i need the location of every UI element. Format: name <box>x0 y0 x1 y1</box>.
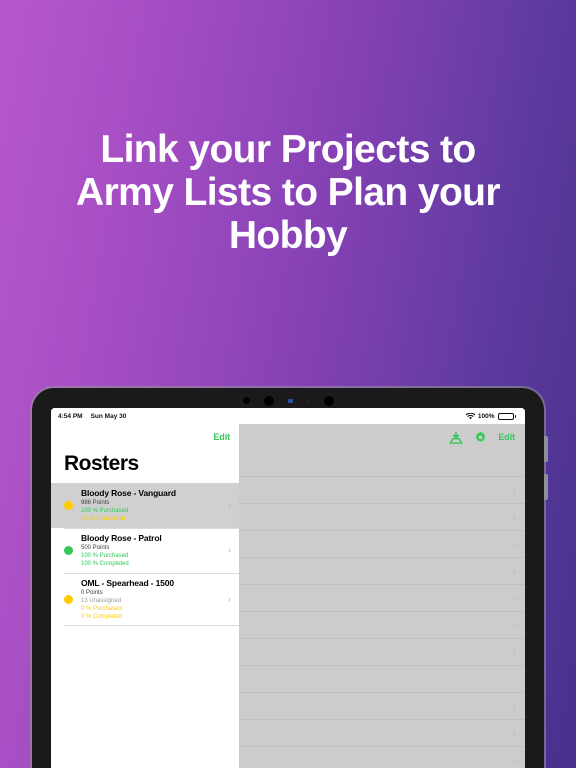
camera-lens-icon <box>242 397 250 404</box>
sidebar-navigation-bar: Edit <box>51 424 239 450</box>
device-screen: 4:54 PM Sun May 30 100% Edit Rosters Blo… <box>51 408 525 768</box>
detail-row[interactable]: › <box>239 720 525 747</box>
status-bar-right: 100% <box>465 412 516 420</box>
chevron-right-icon: › <box>513 727 516 738</box>
roster-text-block: Bloody Rose - Patrol 500 Points 100 % Purc… <box>81 533 224 568</box>
chevron-right-icon: › <box>228 594 231 604</box>
roster-points: 500 Points <box>81 545 110 551</box>
detail-row[interactable]: › <box>239 666 525 693</box>
roster-purchased: 100 % Purchased <box>81 553 129 559</box>
roster-row[interactable]: OML - Spearhead - 1500 0 Points 13 Unassig… <box>51 573 239 626</box>
chevron-right-icon: › <box>513 592 516 603</box>
chevron-right-icon: › <box>228 545 231 555</box>
detail-edit-button[interactable]: Edit <box>498 432 515 442</box>
promo-screenshot: Link your Projects to Army Lists to Plan… <box>0 0 576 768</box>
chevron-right-icon: › <box>513 700 516 711</box>
roster-text-block: OML - Spearhead - 1500 0 Points 13 Unassig… <box>81 578 224 621</box>
chevron-right-icon: › <box>513 619 516 630</box>
roster-list: Bloody Rose - Vanguard 986 Points 100 % Pu… <box>51 483 239 626</box>
roster-row[interactable]: Bloody Rose - Patrol 500 Points 100 % Purc… <box>51 528 239 573</box>
detail-row[interactable]: › <box>239 504 525 531</box>
roster-completed: 58 % Completed <box>81 516 126 522</box>
chevron-right-icon: › <box>513 484 516 495</box>
chevron-right-icon: › <box>513 511 516 522</box>
device-side-button-top[interactable] <box>544 436 548 462</box>
wifi-icon <box>465 412 476 420</box>
tray-download-icon[interactable] <box>449 431 463 444</box>
chevron-right-icon: › <box>513 538 516 549</box>
split-view: Edit Rosters Bloody Rose - Vanguard 986 P… <box>51 424 525 768</box>
detail-row[interactable] <box>239 450 525 477</box>
chevron-right-icon: › <box>228 500 231 510</box>
roster-row[interactable]: Bloody Rose - Vanguard 986 Points 100 % Pu… <box>51 483 239 528</box>
battery-shell <box>497 412 514 420</box>
detail-row-list: ›››››››››››› <box>239 450 525 768</box>
chevron-right-icon: › <box>513 673 516 684</box>
roster-completed: 0 % Completed <box>81 614 123 620</box>
chevron-right-icon: › <box>513 754 516 765</box>
sidebar: Edit Rosters Bloody Rose - Vanguard 986 P… <box>51 424 239 768</box>
battery-nub <box>514 414 516 418</box>
device-camera-bar <box>218 394 358 407</box>
detail-row[interactable]: › <box>239 693 525 720</box>
page-title: Link your Projects to Army Lists to Plan… <box>76 128 501 257</box>
detail-row[interactable]: › <box>239 477 525 504</box>
roster-points: 986 Points <box>81 500 110 506</box>
camera-dot-icon <box>306 399 310 402</box>
detail-row[interactable]: › <box>239 531 525 558</box>
device-side-button-bottom[interactable] <box>544 474 548 500</box>
roster-text-block: Bloody Rose - Vanguard 986 Points 100 % Pu… <box>81 488 224 523</box>
roster-unassigned: 13 Unassigned <box>81 598 122 604</box>
sidebar-edit-button[interactable]: Edit <box>213 432 230 442</box>
gear-icon[interactable] <box>474 430 487 444</box>
status-bar: 4:54 PM Sun May 30 100% <box>51 408 525 424</box>
battery-icon <box>497 412 516 420</box>
roster-status-dot <box>64 595 73 604</box>
roster-completed: 100 % Completed <box>81 561 129 567</box>
detail-row[interactable]: › <box>239 747 525 768</box>
chevron-right-icon: › <box>513 646 516 657</box>
roster-name: Bloody Rose - Vanguard <box>81 488 176 498</box>
detail-navigation-bar: Edit <box>239 424 525 450</box>
status-bar-left: 4:54 PM Sun May 30 <box>58 413 126 420</box>
camera-sensor-icon <box>287 398 293 403</box>
battery-percent-label: 100% <box>477 412 495 420</box>
roster-purchased: 0 % Purchased <box>81 606 122 612</box>
status-date: Sun May 30 <box>90 412 127 420</box>
camera-lens-icon <box>263 395 274 406</box>
detail-row[interactable]: › <box>239 585 525 612</box>
roster-status-dot <box>64 501 73 510</box>
status-time: 4:54 PM <box>58 412 83 420</box>
camera-lens-icon <box>323 395 334 406</box>
chevron-right-icon: › <box>513 565 516 576</box>
tablet-device-frame: 4:54 PM Sun May 30 100% Edit Rosters Blo… <box>32 388 548 768</box>
roster-status-dot <box>64 546 73 555</box>
roster-name: OML - Spearhead - 1500 <box>81 578 174 588</box>
detail-row[interactable]: › <box>239 612 525 639</box>
detail-pane: Edit ›››››››››››› <box>239 424 525 768</box>
roster-points: 0 Points <box>81 590 103 596</box>
detail-row[interactable]: › <box>239 639 525 666</box>
roster-name: Bloody Rose - Patrol <box>81 533 162 543</box>
detail-row[interactable]: › <box>239 558 525 585</box>
roster-purchased: 100 % Purchased <box>81 508 129 514</box>
sidebar-title: Rosters <box>51 450 239 483</box>
